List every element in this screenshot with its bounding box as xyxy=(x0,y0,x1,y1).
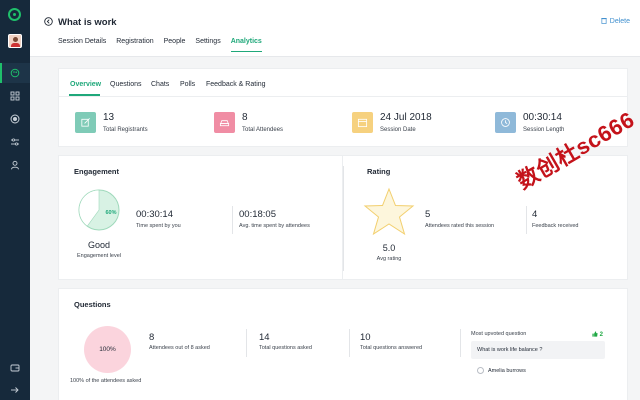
rating-star-icon xyxy=(363,187,415,236)
user-avatar[interactable] xyxy=(8,34,22,48)
subtab-polls[interactable]: Polls xyxy=(180,81,195,88)
tab-session-details[interactable]: Session Details xyxy=(58,38,106,52)
answered-questions-label: Total questions answered xyxy=(360,345,423,351)
answered-questions-value: 10 xyxy=(360,332,371,343)
engagement-title: Engagement xyxy=(74,167,120,176)
divider xyxy=(246,329,247,357)
tab-settings[interactable]: Settings xyxy=(195,38,220,52)
engagement-donut: 60% xyxy=(78,189,120,231)
top-question-user: Amelia burrows xyxy=(477,367,526,374)
wallet-icon[interactable] xyxy=(10,363,20,373)
subtab-chats[interactable]: Chats xyxy=(151,81,169,88)
questions-note: 100% of the attendees asked xyxy=(70,378,142,384)
stat-value: 24 Jul 2018 xyxy=(380,112,432,123)
thumbs-up-icon xyxy=(592,331,598,337)
sliders-icon[interactable] xyxy=(10,137,20,147)
delete-button[interactable]: Delete xyxy=(601,17,630,25)
questions-panel: Questions 100% 100% of the attendees ask… xyxy=(58,288,628,400)
avg-time-value: 00:18:05 xyxy=(239,209,276,220)
palette-icon[interactable] xyxy=(10,68,20,78)
delete-label: Delete xyxy=(609,18,630,25)
tab-people[interactable]: People xyxy=(164,38,186,52)
analytics-subtabs: Overview Questions Chats Polls Feedback … xyxy=(58,68,628,96)
avg-rating-value: 5.0 xyxy=(382,243,396,253)
rating-title: Rating xyxy=(367,167,391,176)
logout-icon[interactable] xyxy=(10,385,20,395)
subtab-questions[interactable]: Questions xyxy=(110,81,142,88)
engagement-percent: 60% xyxy=(105,210,116,216)
divider xyxy=(343,166,344,271)
divider xyxy=(460,329,461,357)
stat-value: 00:30:14 xyxy=(523,112,562,123)
stat-label: Session Length xyxy=(523,127,565,133)
stat-label: Total Registrants xyxy=(103,127,148,133)
calendar-icon xyxy=(352,112,373,133)
main-tabs: Session Details Registration People Sett… xyxy=(58,38,262,52)
divider xyxy=(349,329,350,357)
rating-panel: Rating 5.0 Avg rating 5 Attendees rated … xyxy=(343,155,628,280)
divider xyxy=(526,206,527,234)
stat-value: 8 xyxy=(242,112,248,123)
tab-analytics[interactable]: Analytics xyxy=(230,38,262,52)
engagement-panel: Engagement 60% Good Engagement level 00:… xyxy=(58,155,343,280)
rated-count-label: Attendees rated this session xyxy=(425,223,495,229)
page-title: What is work xyxy=(58,17,117,28)
avg-time-label: Avg. time spent by attendees xyxy=(239,223,310,229)
rated-count-value: 5 xyxy=(425,209,431,220)
car-icon xyxy=(214,112,235,133)
user-avatar-icon xyxy=(477,367,484,374)
upvote-count-value: 2 xyxy=(599,332,604,338)
questions-title: Questions xyxy=(74,300,111,309)
engagement-level-label: Engagement level xyxy=(76,253,122,259)
time-spent-you-value: 00:30:14 xyxy=(136,209,173,220)
questions-percent: 100% xyxy=(99,346,116,353)
stat-value: 13 xyxy=(103,112,115,123)
person-icon[interactable] xyxy=(10,160,20,170)
page-header: What is work Delete Session Details Regi… xyxy=(30,0,640,57)
trash-icon xyxy=(601,18,607,24)
total-questions-label: Total questions asked xyxy=(259,345,312,351)
feedback-count-label: Feedback received xyxy=(532,223,579,229)
summary-stats: 13 Total Registrants 8 Total Attendees 2… xyxy=(58,96,628,147)
subtab-feedback-rating[interactable]: Feedback & Rating xyxy=(206,81,266,88)
most-upvoted-title: Most upvoted question xyxy=(471,331,527,337)
upvote-count: 2 xyxy=(592,331,603,338)
grid-icon[interactable] xyxy=(10,91,20,101)
subtab-overview[interactable]: Overview xyxy=(70,81,101,88)
app-logo-icon[interactable] xyxy=(8,8,21,21)
left-rail xyxy=(0,0,30,400)
tab-registration[interactable]: Registration xyxy=(116,38,153,52)
stat-label: Session Date xyxy=(380,127,416,133)
edit-icon xyxy=(75,112,96,133)
total-questions-value: 14 xyxy=(259,332,270,343)
top-question[interactable]: What is work life balance ? xyxy=(471,341,605,359)
questions-percent-circle: 100% xyxy=(84,326,131,373)
avg-rating-label: Avg rating xyxy=(376,256,402,262)
record-icon[interactable] xyxy=(10,114,20,124)
clock-icon xyxy=(495,112,516,133)
top-question-user-name: Amelia burrows xyxy=(488,368,526,374)
feedback-count-value: 4 xyxy=(532,209,538,220)
stat-label: Total Attendees xyxy=(242,127,284,133)
engagement-level: Good xyxy=(87,240,111,250)
attendees-asked-value: 8 xyxy=(149,332,155,343)
divider xyxy=(232,206,233,234)
back-icon[interactable] xyxy=(44,17,53,26)
attendees-asked-label: Attendees out of 8 asked xyxy=(149,345,210,351)
time-spent-you-label: Time spent by you xyxy=(136,223,181,229)
